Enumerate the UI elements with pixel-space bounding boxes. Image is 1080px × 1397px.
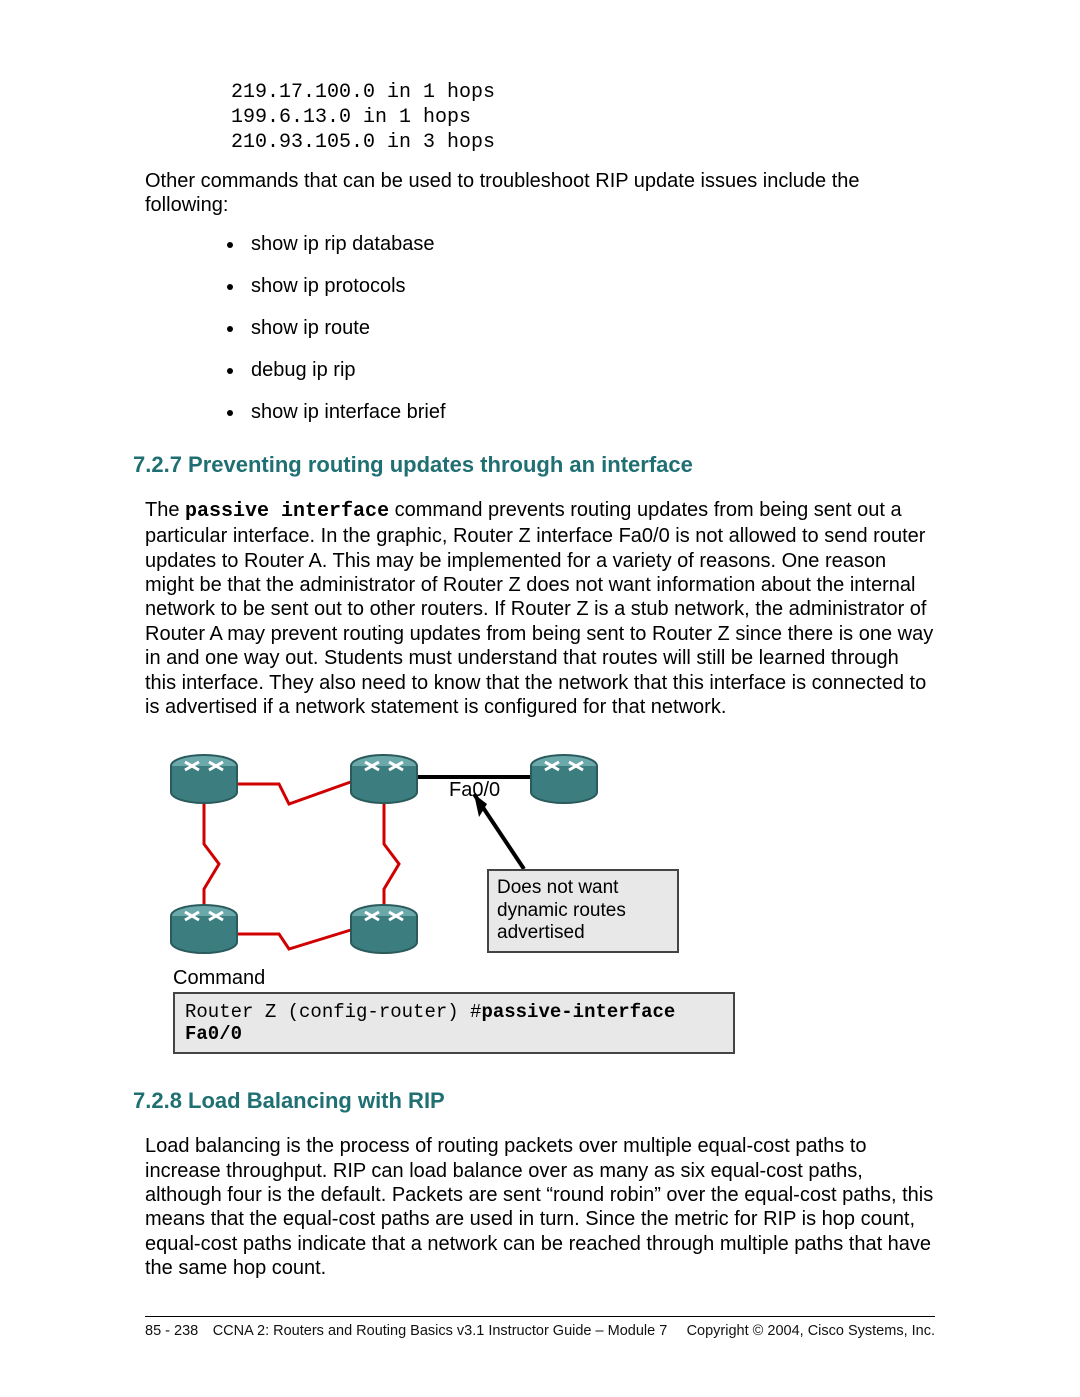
router-label: C xyxy=(239,934,309,952)
list-item: show ip route xyxy=(245,316,935,340)
interface-label: Fa0/0 xyxy=(449,779,500,802)
footer-left: 85 - 238 CCNA 2: Routers and Routing Bas… xyxy=(145,1323,667,1339)
document-page: 219.17.100.0 in 1 hops 199.6.13.0 in 1 h… xyxy=(0,0,1080,1397)
router-z-icon: Z xyxy=(529,754,599,804)
router-label: D xyxy=(419,934,489,952)
inline-command: passive interface xyxy=(185,500,389,523)
router-b-icon: B xyxy=(169,754,239,804)
page-footer: 85 - 238 CCNA 2: Routers and Routing Bas… xyxy=(145,1316,935,1339)
footer-right: Copyright © 2004, Cisco Systems, Inc. xyxy=(687,1323,935,1339)
code-output-block: 219.17.100.0 in 1 hops 199.6.13.0 in 1 h… xyxy=(231,80,935,155)
command-heading: Command xyxy=(173,967,719,990)
section-heading-727: 7.2.7 Preventing routing updates through… xyxy=(133,452,935,478)
router-a-icon: A xyxy=(349,754,419,804)
list-item: show ip interface brief xyxy=(245,400,935,424)
list-item: show ip protocols xyxy=(245,274,935,298)
sec727-paragraph: The passive interface command prevents r… xyxy=(145,498,935,720)
router-d-icon: D xyxy=(349,904,419,954)
diagram-canvas: B A Z C D Fa0/0 Does not want dynamic ro… xyxy=(159,749,719,961)
text-fragment: command prevents routing updates from be… xyxy=(145,499,933,718)
list-item: debug ip rip xyxy=(245,358,935,382)
command-prefix: Router Z (config-router) # xyxy=(185,1001,481,1023)
router-label: Z xyxy=(599,784,669,802)
command-box: Router Z (config-router) #passive-interf… xyxy=(173,992,735,1054)
command-bullet-list: show ip rip database show ip protocols s… xyxy=(145,232,935,424)
sec728-paragraph: Load balancing is the process of routing… xyxy=(145,1134,935,1280)
router-c-icon: C xyxy=(169,904,239,954)
list-item: show ip rip database xyxy=(245,232,935,256)
network-diagram: B A Z C D Fa0/0 Does not want dynamic ro… xyxy=(159,749,719,1054)
text-fragment: The xyxy=(145,499,185,521)
section-heading-728: 7.2.8 Load Balancing with RIP xyxy=(133,1088,935,1114)
diagram-note-box: Does not want dynamic routes advertised xyxy=(487,869,679,952)
router-label: B xyxy=(239,784,309,802)
intro-paragraph: Other commands that can be used to troub… xyxy=(145,169,935,218)
